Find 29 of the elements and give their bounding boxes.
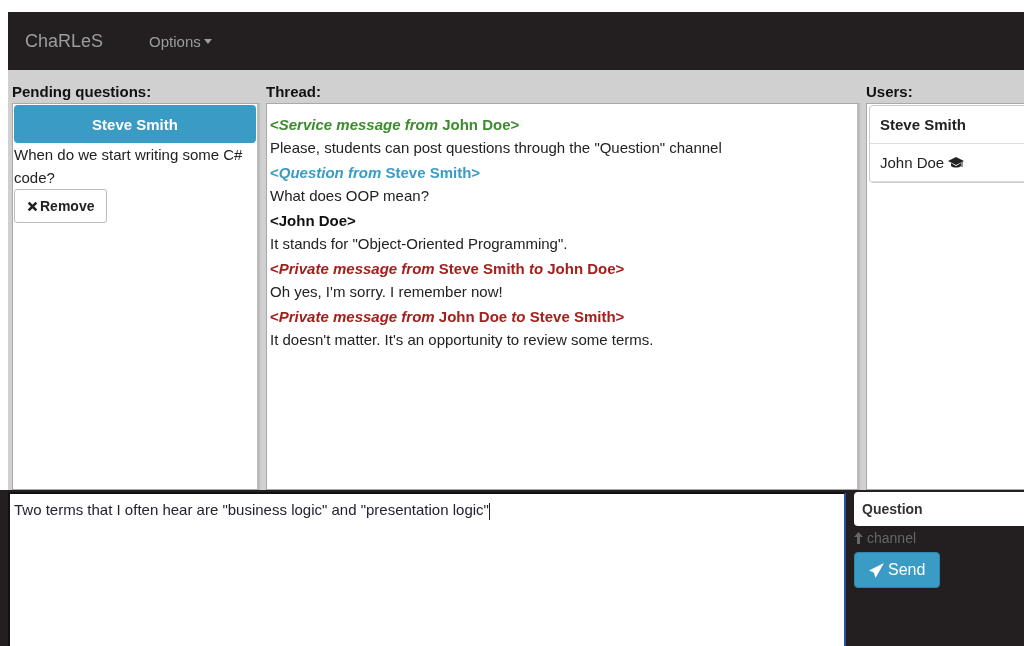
- graduation-cap-icon: [948, 156, 965, 169]
- arrow-up-icon: [854, 532, 863, 544]
- message-text: What does OOP mean?: [270, 186, 430, 206]
- message-text: It doesn't matter. It's an opportunity to review some terms.: [270, 330, 655, 350]
- channel-select[interactable]: Question: [854, 492, 1024, 526]
- app-brand[interactable]: ChaRLeS: [25, 30, 104, 52]
- close-icon: [27, 200, 38, 212]
- user-name: Steve Smith: [880, 116, 966, 133]
- message-text: It stands for "Object-Oriented Programming".: [270, 234, 569, 254]
- remove-button[interactable]: Remove: [14, 189, 108, 223]
- message-header: <Service message from John Doe>: [270, 115, 521, 135]
- message-header: <Private message from John Doe to Steve Smith>: [270, 307, 626, 327]
- user-name: John Doe: [880, 154, 945, 171]
- message-input[interactable]: Two terms that I often hear are "business logic" and "presentation logic": [8, 492, 846, 646]
- message-header: <John Doe>: [270, 211, 357, 231]
- message-text: Oh yes, I'm sorry. I remember now!: [270, 282, 504, 302]
- message-header: <Private message from Steve Smith to John Doe>: [270, 259, 626, 279]
- panel-title: Pending questions:: [12, 82, 153, 102]
- question-text: When do we start writing some C# code?: [14, 145, 244, 188]
- user-item[interactable]: Steve Smith: [870, 106, 1024, 144]
- message-text: Please, students can post questions through the "Question" channel: [270, 138, 723, 158]
- panel-title: Thread:: [266, 82, 322, 102]
- paper-plane-icon: [869, 562, 884, 578]
- message-header: <Question from Steve Smith>: [270, 163, 482, 183]
- caret-icon: [203, 38, 212, 44]
- panel-title: Users:: [866, 82, 914, 102]
- options-menu[interactable]: Options: [149, 32, 212, 50]
- channel-hint: channel: [854, 530, 1024, 546]
- user-item[interactable]: John Doe: [870, 144, 1024, 182]
